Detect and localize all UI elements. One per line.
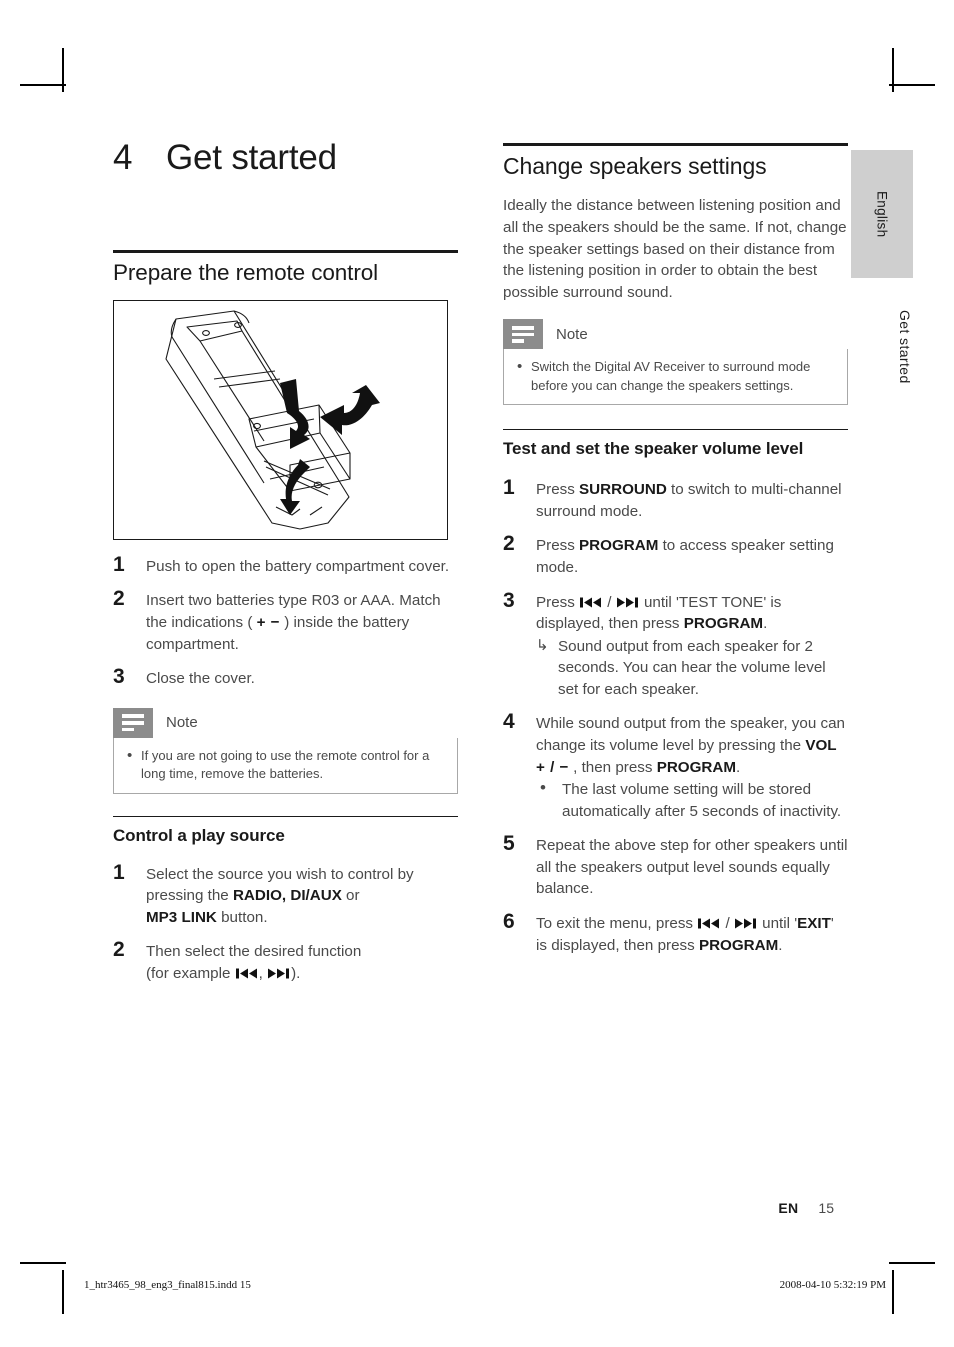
- page-folio: EN 15: [778, 1200, 834, 1216]
- note-title: Note: [556, 325, 588, 343]
- substep-item: ↳ Sound output from each speaker for 2 s…: [536, 636, 848, 701]
- chapter-title-text: Get started: [166, 138, 337, 177]
- result-arrow-icon: ↳: [536, 636, 549, 654]
- crop-mark-bottom-right-horizontal: [889, 1262, 935, 1264]
- note-item-text: Switch the Digital AV Receiver to surrou…: [531, 359, 811, 393]
- step-item: 2 Press PROGRAM to access speaker settin…: [503, 532, 848, 578]
- substep-text: Sound output from each speaker for 2 sec…: [558, 637, 826, 698]
- step-number: 2: [113, 587, 125, 611]
- subsection-title-test-speaker-volume: Test and set the speaker volume level: [503, 439, 804, 459]
- step-number: 3: [113, 665, 125, 689]
- bullet-icon: •: [540, 778, 546, 798]
- note-title: Note: [166, 714, 198, 732]
- note-icon: [113, 707, 153, 738]
- next-track-icon: [268, 968, 290, 979]
- step-text: While sound output from the speaker, you…: [536, 715, 845, 776]
- step-item: 2 Then select the desired function (for e…: [113, 938, 458, 984]
- left-column: Prepare the remote control 1 Push to ope…: [113, 250, 458, 998]
- note-body: • If you are not going to use the remote…: [113, 737, 458, 794]
- language-code: EN: [778, 1200, 799, 1216]
- note-header: Note: [113, 707, 458, 738]
- substep-text: The last volume setting will be stored a…: [562, 781, 842, 820]
- section-title-change-speakers: Change speakers settings: [503, 153, 767, 179]
- prepare-remote-steps: 1 Push to open the battery compartment c…: [113, 552, 458, 690]
- step-item: 5 Repeat the above step for other speake…: [503, 832, 848, 900]
- step-text: Select the source you wish to control by…: [146, 865, 414, 926]
- chapter-side-label: Get started: [897, 310, 913, 384]
- step-text: Press PROGRAM to access speaker setting …: [536, 537, 834, 576]
- crop-mark-bottom-left-vertical: [62, 1270, 64, 1314]
- step-text: Push to open the battery compartment cov…: [146, 557, 450, 575]
- step-number: 1: [503, 476, 515, 500]
- section-divider: [503, 143, 848, 146]
- step-number: 6: [503, 910, 515, 934]
- right-column: Change speakers settings Ideally the dis…: [503, 143, 848, 969]
- step-text: Press SURROUND to switch to multi-channe…: [536, 481, 842, 520]
- note-header: Note: [503, 319, 848, 350]
- step-number: 3: [503, 588, 515, 612]
- step-text: Then select the desired function (for exa…: [146, 943, 362, 982]
- step-item: 1 Select the source you wish to control …: [113, 860, 458, 929]
- previous-track-icon: [698, 918, 720, 929]
- step-item: 1 Press SURROUND to switch to multi-chan…: [503, 476, 848, 522]
- step-number: 1: [113, 552, 125, 576]
- crop-mark-bottom-right-vertical: [892, 1270, 894, 1314]
- previous-track-icon: [580, 597, 602, 608]
- note-icon: [503, 319, 543, 350]
- substep-item: • The last volume setting will be stored…: [536, 778, 848, 822]
- note-item: • Switch the Digital AV Receiver to surr…: [514, 358, 837, 395]
- step-item: 2 Insert two batteries type R03 or AAA. …: [113, 587, 458, 655]
- crop-mark-bottom-left-horizontal: [20, 1262, 66, 1264]
- next-track-icon: [616, 597, 638, 608]
- subsection-divider: [113, 815, 458, 817]
- crop-mark-top-right-horizontal: [889, 84, 935, 86]
- bullet-icon: •: [517, 358, 523, 376]
- step-item: 3 Close the cover.: [113, 665, 458, 690]
- imprint-filename: 1_htr3465_98_eng3_final815.indd 15: [84, 1279, 251, 1291]
- note-box-surround-mode: Note • Switch the Digital AV Receiver to…: [503, 319, 848, 406]
- step-number: 2: [113, 938, 125, 962]
- step-number: 4: [503, 710, 515, 734]
- bullet-icon: •: [127, 746, 133, 764]
- note-body: • Switch the Digital AV Receiver to surr…: [503, 349, 848, 406]
- speaker-volume-steps: 1 Press SURROUND to switch to multi-chan…: [503, 476, 848, 956]
- note-item-text: If you are not going to use the remote c…: [141, 747, 430, 782]
- step-item: 6 To exit the menu, press / until 'EXIT'…: [503, 910, 848, 956]
- note-box-batteries: Note • If you are not going to use the r…: [113, 707, 458, 794]
- section-title-prepare-remote: Prepare the remote control: [113, 260, 379, 285]
- step-text: Press / until 'TEST TONE' is displayed, …: [536, 593, 782, 633]
- step-number: 2: [503, 532, 515, 556]
- intro-paragraph: Ideally the distance between listening p…: [503, 197, 847, 301]
- imprint-timestamp: 2008-04-10 5:32:19 PM: [779, 1279, 886, 1291]
- step-text: Insert two batteries type R03 or AAA. Ma…: [146, 592, 441, 653]
- crop-mark-top-left-horizontal: [20, 84, 66, 86]
- step-item: 4 While sound output from the speaker, y…: [503, 710, 848, 822]
- step-text: Close the cover.: [146, 670, 255, 688]
- previous-track-icon: [235, 968, 257, 979]
- step-text: Repeat the above step for other speakers…: [536, 837, 848, 898]
- page-title: 4 Get started: [113, 138, 337, 178]
- subsection-divider: [503, 429, 848, 431]
- page-number: 15: [818, 1200, 834, 1216]
- step-number: 1: [113, 860, 125, 884]
- step-item: 1 Push to open the battery compartment c…: [113, 552, 458, 578]
- control-play-source-steps: 1 Select the source you wish to control …: [113, 860, 458, 985]
- note-item: • If you are not going to use the remote…: [124, 747, 447, 784]
- remote-control-illustration: [113, 299, 448, 540]
- language-tab-label: English: [874, 190, 890, 238]
- step-number: 5: [503, 832, 515, 856]
- manual-page: English Get started 4 Get started Prepare…: [0, 0, 954, 1347]
- next-track-icon: [734, 918, 756, 929]
- step-text: To exit the menu, press / until 'EXIT' i…: [536, 915, 834, 954]
- section-divider: [113, 250, 458, 253]
- step-item: 3 Press / until 'TEST TONE' is displayed…: [503, 588, 848, 701]
- chapter-number: 4: [113, 138, 133, 177]
- subsection-title-control-play-source: Control a play source: [113, 825, 285, 845]
